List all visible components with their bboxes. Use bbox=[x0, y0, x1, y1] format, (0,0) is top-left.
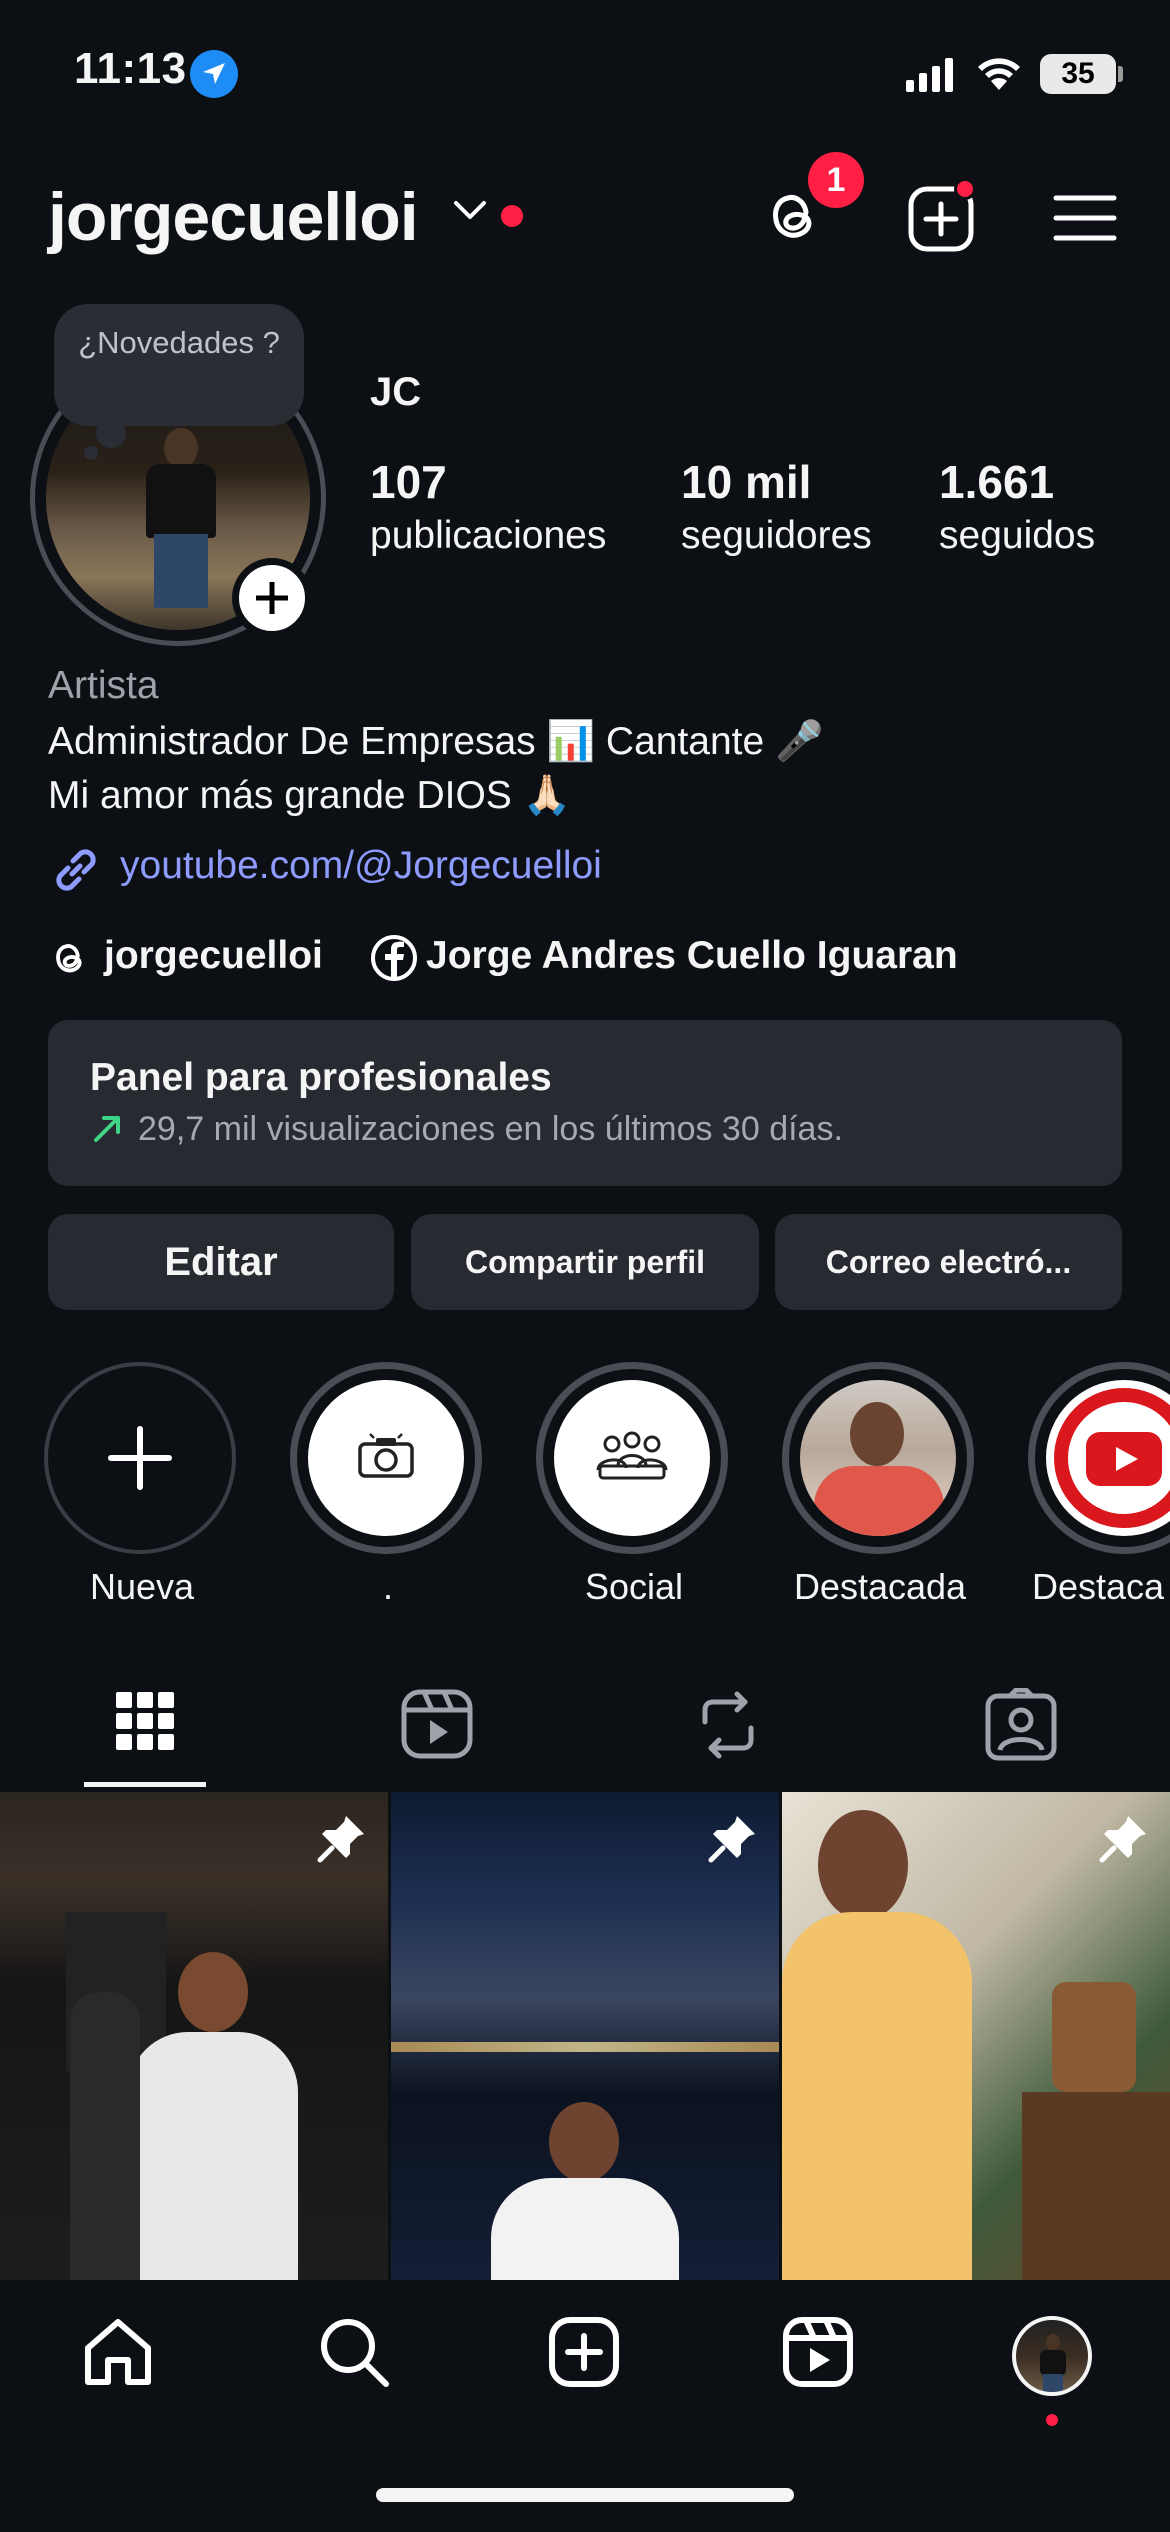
create-icon[interactable] bbox=[546, 2314, 622, 2390]
profile-category: Artista bbox=[48, 664, 159, 707]
stat-label: publicaciones bbox=[370, 514, 607, 557]
highlight-label: Social bbox=[584, 1566, 684, 1607]
photo-person-head bbox=[549, 2102, 619, 2182]
email-button[interactable]: Correo electró... bbox=[775, 1214, 1122, 1310]
share-profile-button[interactable]: Compartir perfil bbox=[411, 1214, 759, 1310]
link-icon bbox=[56, 849, 96, 891]
stat-value: 10 mil bbox=[681, 456, 812, 508]
note-bubble-tail-small bbox=[84, 446, 98, 460]
highlight-cover bbox=[554, 1380, 710, 1536]
reels-icon[interactable] bbox=[392, 1688, 482, 1762]
profile-notification-dot bbox=[1046, 2414, 1058, 2426]
stat-label: seguidos bbox=[939, 514, 1096, 557]
profile-avatar[interactable] bbox=[1012, 2316, 1092, 2396]
home-icon[interactable] bbox=[80, 2314, 156, 2390]
photo-barrel bbox=[1052, 1982, 1136, 2092]
bio-line: Administrador De Empresas 📊 Cantante 🎤 bbox=[48, 720, 824, 763]
battery-tip bbox=[1118, 66, 1123, 82]
status-time: 11:13 bbox=[74, 44, 187, 93]
stat-label: seguidores bbox=[681, 514, 872, 557]
plus-icon bbox=[108, 1426, 172, 1490]
stat-following[interactable]: 1.661 seguidos bbox=[939, 454, 1095, 562]
highlight-cover-photo bbox=[800, 1380, 956, 1536]
create-notification-dot bbox=[954, 178, 976, 200]
highlight-label: . bbox=[382, 1566, 393, 1607]
grid-post[interactable] bbox=[391, 1792, 779, 2280]
display-name: JC bbox=[370, 370, 422, 414]
youtube-logo bbox=[1086, 1432, 1162, 1486]
highlight-label: Nueva bbox=[89, 1566, 195, 1607]
photo-bystander bbox=[70, 1992, 140, 2280]
photo-person-head bbox=[850, 1402, 904, 1466]
photo-person-body bbox=[491, 2178, 679, 2280]
panel-subtitle: 29,7 mil visualizaciones en los últimos … bbox=[138, 1110, 843, 1148]
grid-post[interactable] bbox=[0, 1792, 388, 2280]
location-arrow-icon bbox=[190, 50, 238, 98]
pin-icon bbox=[708, 1816, 755, 1863]
add-story-button[interactable] bbox=[232, 558, 312, 638]
professional-dashboard[interactable]: Panel para profesionales 29,7 mil visual… bbox=[48, 1020, 1122, 1186]
photo-person-body bbox=[128, 2032, 298, 2280]
pin-icon bbox=[1099, 1816, 1146, 1863]
status-bar: 11:13 35 bbox=[0, 0, 1170, 150]
tagged-icon[interactable] bbox=[976, 1688, 1066, 1762]
grid-icon[interactable] bbox=[100, 1688, 190, 1762]
avatar-person-head bbox=[164, 428, 198, 468]
cellular-signal-icon bbox=[906, 58, 953, 92]
note-bubble[interactable]: ¿Novedades ? bbox=[54, 304, 304, 426]
stat-posts[interactable]: 107 publicaciones bbox=[370, 454, 606, 562]
threads-icon bbox=[56, 944, 82, 973]
pin-icon bbox=[317, 1816, 364, 1863]
photo-person-body bbox=[814, 1466, 944, 1536]
link-text[interactable]: youtube.com/@Jorgecuelloi bbox=[120, 844, 602, 888]
photo-person-head bbox=[818, 1810, 908, 1920]
facebook-icon bbox=[371, 935, 417, 981]
wifi-icon bbox=[978, 58, 1020, 90]
threads-handle[interactable]: jorgecuelloi bbox=[104, 934, 323, 978]
panel-title: Panel para profesionales bbox=[90, 1056, 552, 1099]
photo-person-body bbox=[782, 1912, 972, 2280]
threads-badge: 1 bbox=[808, 152, 864, 208]
notification-dot bbox=[501, 205, 523, 227]
active-tab-indicator bbox=[84, 1782, 206, 1787]
stat-followers[interactable]: 10 mil seguidores bbox=[681, 454, 872, 562]
note-bubble-tail bbox=[96, 418, 126, 448]
edit-profile-button[interactable]: Editar bbox=[48, 1214, 394, 1310]
stat-value: 1.661 bbox=[939, 456, 1055, 508]
highlight-label: Destaca bbox=[1032, 1566, 1165, 1607]
stat-value: 107 bbox=[370, 456, 447, 508]
highlight-label: Destacada bbox=[793, 1566, 967, 1607]
avatar-person-body bbox=[1040, 2350, 1066, 2376]
photo-person-head bbox=[178, 1952, 248, 2032]
highlight-cover bbox=[308, 1380, 464, 1536]
search-icon[interactable] bbox=[316, 2314, 392, 2390]
trend-up-icon bbox=[94, 1116, 120, 1142]
grid-post[interactable] bbox=[782, 1792, 1170, 2280]
camera-icon bbox=[358, 1433, 414, 1478]
avatar-person-body bbox=[146, 464, 216, 538]
chevron-down-icon[interactable] bbox=[452, 198, 488, 222]
avatar-person-legs bbox=[154, 534, 208, 608]
photo-table bbox=[1022, 2092, 1170, 2280]
bio-line: Mi amor más grande DIOS 🙏🏻 bbox=[48, 774, 572, 817]
reels-icon[interactable] bbox=[780, 2314, 856, 2390]
profile-header: jorgecuelloi 1 bbox=[0, 152, 1170, 270]
avatar-person-legs bbox=[1043, 2374, 1063, 2392]
group-icon bbox=[596, 1431, 668, 1480]
hamburger-menu-icon[interactable] bbox=[1052, 190, 1118, 246]
username-switcher[interactable]: jorgecuelloi bbox=[48, 178, 419, 256]
facebook-name[interactable]: Jorge Andres Cuello Iguaran bbox=[426, 934, 958, 978]
home-indicator bbox=[376, 2488, 794, 2502]
avatar-person-head bbox=[1046, 2334, 1060, 2350]
photo-city-lights bbox=[391, 2042, 779, 2052]
battery-icon: 35 bbox=[1040, 54, 1116, 94]
reposts-icon[interactable] bbox=[683, 1688, 773, 1762]
